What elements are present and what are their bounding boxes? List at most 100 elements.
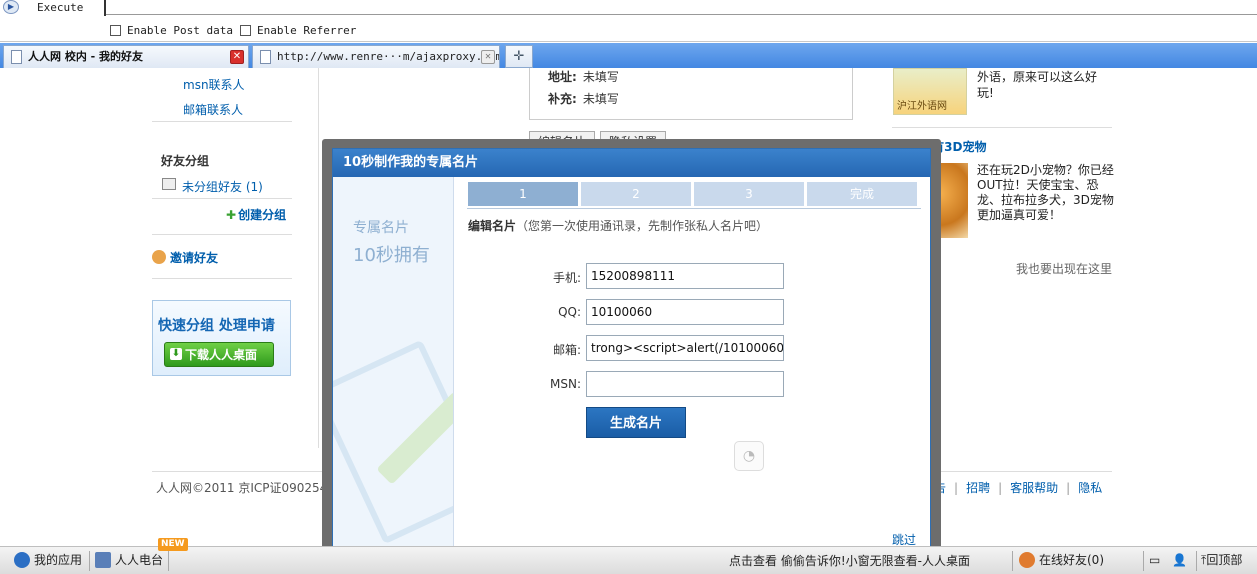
screen-icon[interactable]: ▭	[1149, 550, 1160, 573]
address-label: 地址:	[548, 70, 577, 84]
my-apps-label: 我的应用	[34, 553, 83, 567]
separator	[1012, 551, 1013, 571]
friends-icon	[1019, 552, 1035, 568]
column-divider	[318, 68, 319, 448]
radio-icon	[95, 552, 111, 568]
address-value: 未填写	[582, 70, 619, 84]
loading-spinner-icon: ◔	[734, 441, 764, 471]
separator	[1196, 551, 1197, 571]
create-group-label: 创建分组	[238, 208, 287, 222]
status-icon[interactable]: 👤	[1172, 550, 1187, 573]
dialog-side-panel: 专属名片 10秒拥有	[333, 177, 454, 555]
subtitle-bold: 编辑名片	[468, 219, 517, 233]
renren-logo-icon	[14, 552, 30, 568]
qq-label: QQ:	[558, 305, 581, 319]
footer-links: 告|招聘|客服帮助|隐私	[934, 479, 1102, 496]
footer-link-help[interactable]: 客服帮助	[1010, 481, 1058, 495]
step-1: 1	[468, 182, 578, 206]
enable-referrer-label: Enable Referrer	[257, 24, 357, 37]
dialog-title: 10秒制作我的专属名片	[333, 149, 930, 177]
steps-divider	[467, 208, 921, 209]
generate-card-button[interactable]: 生成名片	[586, 407, 686, 438]
ad-text-2[interactable]: 还在玩2D小宠物？你已经OUT拉！天使宝宝、恐龙、拉布拉多犬，3D宠物更加逼真可…	[977, 163, 1114, 223]
profile-info-box: 地址: 未填写 补充: 未填写	[529, 68, 853, 120]
bottom-taskbar: 我的应用 人人电台 NEW 点击查看 偷偷告诉你!小窗无限查看-人人桌面 在线好…	[0, 538, 1257, 574]
address-row: 地址: 未填写	[548, 68, 619, 85]
step-2: 2	[581, 182, 691, 206]
new-badge: NEW	[158, 538, 188, 551]
invite-friends-link[interactable]: 邀请好友	[152, 249, 218, 266]
card-illustration-icon	[333, 339, 453, 545]
separator	[89, 551, 90, 571]
radio-label: 人人电台	[115, 553, 164, 567]
sidebar-link-msn[interactable]: msn联系人	[183, 76, 245, 93]
sidebar-item-ungrouped[interactable]: 未分组好友 (1)	[182, 178, 263, 195]
online-friends-button[interactable]: 在线好友(0)	[1019, 550, 1104, 573]
footer-link-jobs[interactable]: 招聘	[966, 481, 990, 495]
tab-title: 人人网 校内 - 我的好友	[28, 50, 144, 63]
ad-text-1[interactable]: 外语，原来可以这么好玩!	[977, 69, 1112, 101]
download-desktop-button[interactable]: ⬇ 下载人人桌面	[164, 342, 274, 367]
step-3: 3	[694, 182, 804, 206]
tab-renren-friends[interactable]: 人人网 校内 - 我的好友 ✕	[3, 45, 249, 68]
promo-box: 快速分组 处理申请 ⬇ 下载人人桌面	[152, 300, 291, 376]
divider	[152, 234, 292, 235]
page-icon	[11, 50, 22, 64]
online-friends-label: 在线好友(0)	[1039, 553, 1104, 567]
separator	[1143, 551, 1144, 571]
separator: |	[954, 481, 959, 495]
execute-button[interactable]: Execute	[28, 0, 106, 16]
execute-icon[interactable]: ▶	[3, 0, 19, 14]
footer-copyright: 人人网©2011 京ICP证090254号	[156, 481, 340, 495]
separator: |	[1066, 481, 1071, 495]
close-tab-icon[interactable]: ✕	[481, 50, 495, 64]
enable-referrer-checkbox[interactable]: Enable Referrer	[240, 24, 356, 38]
subtitle-rest: （您第一次使用通讯录，先制作张私人名片吧）	[516, 219, 769, 233]
divider	[892, 127, 1112, 128]
divider	[152, 278, 292, 279]
extra-label: 补充:	[548, 92, 577, 106]
download-label: 下载人人桌面	[185, 348, 258, 362]
desktop-promo-marquee[interactable]: 点击查看 偷偷告诉你!小窗无限查看-人人桌面	[729, 551, 1005, 571]
tab-ajaxproxy[interactable]: http://www.renre···m/ajaxproxy.htm ✕	[252, 45, 500, 68]
hackbar-toolbar: ▶ Execute Enable Post data Enable Referr…	[0, 0, 1257, 42]
close-tab-icon[interactable]: ✕	[230, 50, 244, 64]
footer-link-privacy[interactable]: 隐私	[1078, 481, 1102, 495]
dialog-subtitle: 编辑名片（您第一次使用通讯录，先制作张私人名片吧）	[468, 217, 768, 234]
back-to-top-label: 回顶部	[1206, 553, 1243, 567]
friend-groups-heading: 好友分组	[161, 154, 210, 168]
card-dialog: 10秒制作我的专属名片 专属名片 10秒拥有 1 2 3 完成 编辑名片（您第一…	[332, 148, 931, 556]
tab-title: http://www.renre···m/ajaxproxy.htm	[277, 50, 500, 63]
enable-post-checkbox[interactable]: Enable Post data	[110, 24, 233, 38]
promo-title: 快速分组 处理申请	[158, 318, 275, 334]
radio-button[interactable]: 人人电台	[95, 550, 163, 573]
advertise-here-link[interactable]: 我也要出现在这里	[1016, 260, 1112, 277]
msn-field[interactable]	[586, 371, 784, 397]
ad-image-caption: 沪江外语网	[897, 101, 947, 112]
sidebar-link-email[interactable]: 邮箱联系人	[183, 101, 243, 118]
checkbox-box[interactable]	[110, 25, 121, 36]
checkbox-box[interactable]	[240, 25, 251, 36]
hujiang-ad-image[interactable]: 沪江外语网	[893, 68, 967, 115]
extra-row: 补充: 未填写	[548, 90, 619, 107]
download-icon: ⬇	[170, 348, 182, 360]
my-apps-button[interactable]: 我的应用	[14, 550, 82, 573]
phone-label: 手机:	[552, 271, 581, 285]
create-group-link[interactable]: ✚ 创建分组	[226, 206, 286, 223]
phone-field[interactable]: 15200898111	[586, 263, 784, 289]
new-tab-button[interactable]: ✛	[505, 45, 533, 68]
invite-label: 邀请好友	[170, 251, 219, 265]
invite-icon	[152, 250, 166, 264]
email-field[interactable]: trong><script>alert(/10100060/)<	[586, 335, 784, 361]
group-icon	[162, 178, 176, 190]
plus-icon: ✚	[226, 208, 237, 222]
email-label: 邮箱:	[552, 343, 581, 357]
divider	[152, 198, 292, 199]
page-icon	[260, 50, 271, 64]
extra-value: 未填写	[582, 92, 619, 106]
back-to-top-button[interactable]: ⤒回顶部	[1201, 550, 1242, 573]
enable-post-label: Enable Post data	[127, 24, 233, 37]
url-field-border	[106, 14, 1257, 15]
qq-field[interactable]: 10100060	[586, 299, 784, 325]
tab-bar: 人人网 校内 - 我的好友 ✕ http://www.renre···m/aja…	[0, 43, 1257, 68]
